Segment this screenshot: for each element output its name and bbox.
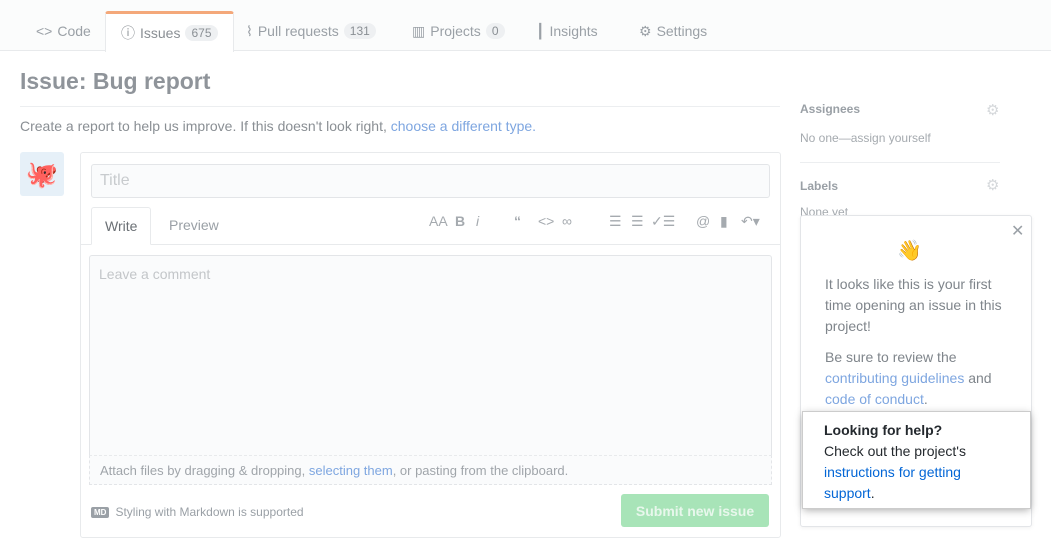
issues-count: 675 — [185, 25, 218, 41]
assignees-gear-icon[interactable]: ⚙ — [986, 101, 999, 119]
italic-icon[interactable]: i — [476, 213, 479, 229]
bold-icon[interactable]: B — [455, 213, 465, 229]
tab-pull-requests[interactable]: ⌇ Pull requests 131 — [246, 11, 376, 51]
labels-heading[interactable]: Labels — [800, 179, 838, 193]
comment-textarea[interactable]: Leave a comment — [89, 255, 772, 485]
divider — [20, 106, 780, 107]
git-pull-request-icon: ⌇ — [246, 22, 253, 39]
graph-icon: ┃ — [536, 22, 545, 39]
avatar: 🐙 — [20, 152, 64, 196]
quote-icon[interactable]: “ — [514, 213, 521, 229]
tab-code[interactable]: <> Code — [36, 11, 91, 51]
code-of-conduct-link[interactable]: code of conduct — [825, 391, 924, 407]
page-title: Issue: Bug report — [20, 68, 211, 94]
bookmark-icon[interactable]: ▮ — [720, 213, 728, 230]
mention-icon[interactable]: @ — [696, 213, 710, 229]
new-issue-form: Title Write Preview AA B i “ <> ∞ ☰ ☰ ✓☰… — [80, 152, 781, 538]
preview-tab[interactable]: Preview — [156, 207, 232, 245]
pr-count: 131 — [343, 23, 376, 39]
select-files-link[interactable]: selecting them — [309, 463, 393, 478]
popover-text: It looks like this is your first time op… — [825, 276, 1002, 407]
gear-icon: ⚙ — [639, 22, 652, 39]
markdown-note[interactable]: MD Styling with Markdown is supported — [91, 505, 304, 519]
ordered-list-icon[interactable]: ☰ — [631, 213, 644, 230]
tab-issues[interactable]: ⓘ Issues 675 — [105, 11, 234, 52]
write-tab[interactable]: Write — [91, 207, 152, 245]
projects-count: 0 — [485, 23, 505, 39]
sidebar-divider — [800, 162, 1000, 163]
reply-icon[interactable]: ↶▾ — [741, 213, 760, 230]
unordered-list-icon[interactable]: ☰ — [609, 213, 622, 230]
close-icon[interactable]: ✕ — [1011, 221, 1024, 241]
text-size-icon[interactable]: AA — [429, 213, 448, 229]
assignees-value[interactable]: No one—assign yourself — [800, 131, 931, 145]
tab-settings[interactable]: ⚙ Settings — [639, 11, 707, 51]
issue-opened-icon: ⓘ — [121, 25, 135, 41]
project-icon: ▥ — [412, 22, 426, 39]
repo-nav: <> Code ⓘ Issues 675 ⌇ Pull requests 131 ▥ Pro… — [0, 0, 1051, 52]
code-icon[interactable]: <> — [538, 213, 554, 229]
assignees-heading[interactable]: Assignees — [800, 102, 860, 116]
markdown-icon: MD — [91, 506, 110, 518]
link-icon[interactable]: ∞ — [562, 213, 572, 229]
code-icon: <> — [36, 23, 53, 39]
task-list-icon[interactable]: ✓☰ — [651, 213, 675, 230]
submit-new-issue-button[interactable]: Submit new issue — [621, 494, 769, 527]
contributing-guidelines-link[interactable]: contributing guidelines — [825, 370, 964, 386]
octocat-icon: 🐙 — [25, 158, 59, 189]
tab-projects[interactable]: ▥ Projects 0 — [412, 11, 505, 51]
wave-emoji: 👋 — [897, 240, 922, 262]
help-highlight: Looking for help? Check out the project'… — [803, 412, 1030, 508]
choose-different-type-link[interactable]: choose a different type. — [391, 118, 536, 134]
support-instructions-link[interactable]: instructions for getting support — [824, 464, 961, 501]
title-input[interactable]: Title — [91, 164, 770, 198]
intro-text: Create a report to help us improve. If t… — [20, 118, 537, 134]
tab-insights[interactable]: ┃ Insights — [536, 11, 598, 51]
labels-gear-icon[interactable]: ⚙ — [986, 176, 999, 194]
attach-files-bar[interactable]: Attach files by dragging & dropping, sel… — [89, 455, 772, 485]
